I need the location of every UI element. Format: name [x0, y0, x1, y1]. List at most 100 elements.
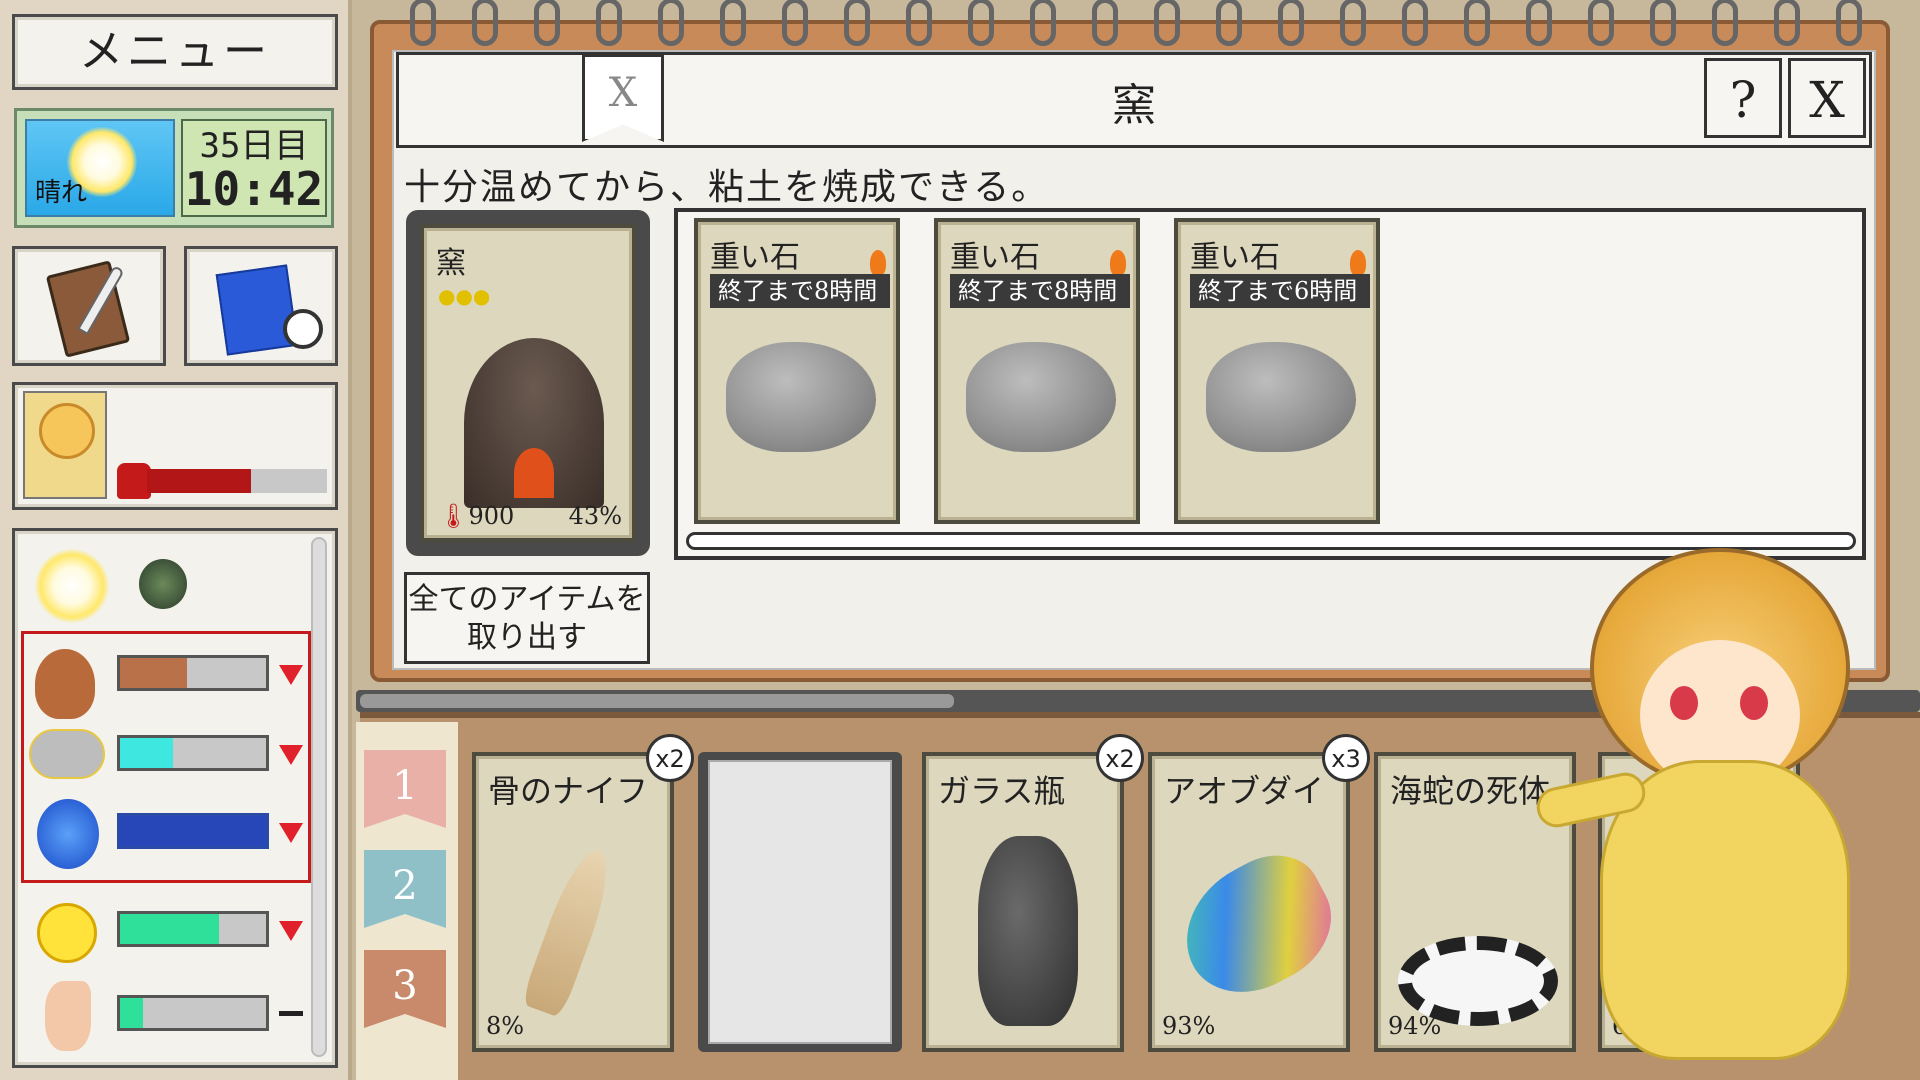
ring-icon: [1588, 0, 1614, 46]
thirst-bar: [117, 735, 269, 771]
sidebar: メニュー 晴れ 35日目 10:42: [0, 0, 352, 1080]
character-eye-icon: [1670, 686, 1698, 720]
kiln-temperature-value: 900: [468, 502, 515, 530]
help-button[interactable]: ?: [1704, 58, 1782, 138]
water-decrease-arrow-icon: [279, 823, 303, 843]
blueprint-button[interactable]: [184, 246, 338, 366]
weather-display: 晴れ: [25, 119, 175, 217]
binder-rings: [410, 0, 1870, 48]
kiln-slot-card[interactable]: 重い石 終了まで8時間: [694, 218, 900, 524]
kiln-card[interactable]: 窯 ●●● 🌡900 43%: [420, 224, 636, 542]
hunger-decrease-arrow-icon: [279, 665, 303, 685]
inventory-item-card[interactable]: ガラス瓶: [922, 752, 1124, 1052]
inventory-item-card[interactable]: アオブダイ 93%: [1148, 752, 1352, 1052]
kiln-progress: 43%: [568, 502, 622, 530]
ring-icon: [596, 0, 622, 46]
ring-icon: [658, 0, 684, 46]
item-freshness: 93%: [1162, 1012, 1216, 1040]
kiln-description: 十分温めてから、粘土を焼成できる。: [404, 167, 1050, 208]
journal-button[interactable]: [12, 246, 166, 366]
day-label: 35日目: [199, 126, 309, 166]
item-name: 海蛇の死体: [1390, 772, 1551, 810]
slot-item-name: 重い石: [950, 240, 1040, 275]
ring-icon: [720, 0, 746, 46]
ring-icon: [1278, 0, 1304, 46]
ring-icon: [410, 0, 436, 46]
ring-icon: [844, 0, 870, 46]
ring-icon: [1836, 0, 1862, 46]
fire-icon: [1110, 250, 1126, 276]
sun-icon: [35, 549, 109, 623]
day-time-display: 35日目 10:42: [181, 119, 327, 217]
hunger-bar-fill: [120, 658, 188, 688]
kiln-fire-icon: [514, 448, 554, 498]
rock-icon: [966, 342, 1116, 452]
ring-icon: [1092, 0, 1118, 46]
fire-icon: [870, 250, 886, 276]
main-scrollbar-thumb[interactable]: [360, 694, 954, 708]
character-eye-icon: [1740, 686, 1768, 720]
kiln-card-name: 窯: [436, 246, 466, 281]
fly-icon: [139, 559, 187, 609]
close-button[interactable]: X: [1788, 58, 1866, 138]
inventory-empty-slot[interactable]: [698, 752, 902, 1052]
menu-button[interactable]: メニュー: [12, 14, 338, 90]
kiln-slot-card[interactable]: 重い石 終了まで8時間: [934, 218, 1140, 524]
ring-icon: [1402, 0, 1428, 46]
ring-icon: [1526, 0, 1552, 46]
cloud-icon: [29, 729, 105, 779]
item-count-badge: x2: [646, 734, 694, 782]
weight-bar-fill: [147, 469, 252, 493]
fire-icon: [1350, 250, 1366, 276]
take-all-button[interactable]: 全てのアイテムを取り出す: [404, 572, 650, 664]
status-scrollbar[interactable]: [311, 537, 327, 1057]
item-count-badge: x3: [1322, 734, 1370, 782]
smell-steady-icon: [279, 1011, 303, 1016]
weather-clock-panel: 晴れ 35日目 10:42: [14, 108, 334, 228]
time-label: 10:42: [184, 162, 324, 216]
blueprint-icon: [215, 264, 299, 356]
ring-icon: [968, 0, 994, 46]
thirst-bar-fill: [120, 738, 173, 768]
ring-icon: [782, 0, 808, 46]
item-durability: 8%: [486, 1012, 525, 1040]
smiley-icon: [37, 903, 97, 963]
water-bar-fill: [120, 816, 266, 846]
item-count-badge: x2: [1096, 734, 1144, 782]
avatar-face-icon: [39, 403, 95, 459]
ring-icon: [1464, 0, 1490, 46]
rock-icon: [1206, 342, 1356, 452]
ring-icon: [534, 0, 560, 46]
ring-icon: [1154, 0, 1180, 46]
mood-bar-fill: [120, 914, 220, 944]
ring-icon: [1774, 0, 1800, 46]
ring-icon: [1712, 0, 1738, 46]
chicken-leg-icon: [35, 649, 95, 719]
avatar[interactable]: [23, 391, 107, 499]
ring-icon: [1340, 0, 1366, 46]
item-name: ガラス瓶: [938, 772, 1066, 810]
smell-bar-fill: [120, 998, 144, 1028]
character-status-row: [12, 382, 338, 510]
weight-bar: [147, 469, 327, 493]
thirst-decrease-arrow-icon: [279, 745, 303, 765]
mood-bar: [117, 911, 269, 947]
kiln-temperature: 🌡900: [438, 502, 514, 530]
nose-icon: [45, 981, 91, 1051]
ring-icon: [472, 0, 498, 46]
water-bar: [117, 813, 269, 849]
slot-timer: 終了まで8時間: [950, 274, 1130, 308]
ring-icon: [1216, 0, 1242, 46]
alarm-clock-icon: [283, 309, 323, 349]
kiln-slot-card[interactable]: 重い石 終了まで6時間: [1174, 218, 1380, 524]
weather-label: 晴れ: [35, 178, 88, 208]
ring-icon: [1650, 0, 1676, 46]
slots-scrollbar[interactable]: [686, 532, 1856, 550]
mood-decrease-arrow-icon: [279, 921, 303, 941]
glass-jar-icon: [978, 836, 1078, 1026]
slot-timer: 終了まで6時間: [1190, 274, 1370, 308]
ring-icon: [1030, 0, 1056, 46]
smell-bar: [117, 995, 269, 1031]
inventory-item-card[interactable]: 骨のナイフ 8%: [472, 752, 674, 1052]
slot-timer: 終了まで8時間: [710, 274, 890, 308]
